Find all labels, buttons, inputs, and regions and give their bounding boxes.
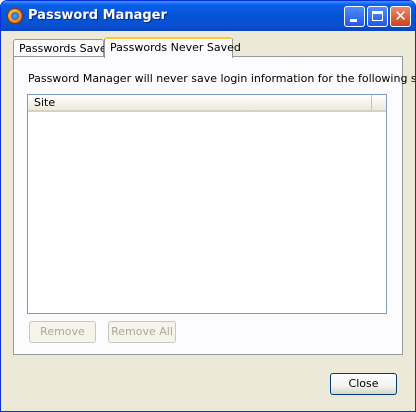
minimize-button[interactable] [344,6,365,27]
tab-passwords-never-saved[interactable]: Passwords Never Saved [104,37,241,58]
minimize-icon [350,19,357,22]
password-manager-window: Password Manager ✕ Passwords Saved Passw… [0,0,416,412]
tab-label: Passwords Never Saved [110,41,241,54]
remove-all-button[interactable]: Remove All [108,321,176,343]
window-title: Password Manager [28,8,167,23]
column-header-site[interactable]: Site [28,95,372,110]
tab-label: Passwords Saved [19,42,114,55]
remove-button[interactable]: Remove [29,321,96,343]
tab-panel: Password Manager will never save login i… [13,56,415,355]
list-header: Site [28,95,386,112]
sites-list[interactable]: Site [27,94,387,314]
close-button[interactable]: Close [330,373,397,395]
maximize-button[interactable] [367,6,388,27]
close-icon: ✕ [394,7,407,25]
close-window-button[interactable]: ✕ [390,6,411,27]
maximize-icon [372,11,383,21]
title-bar[interactable]: Password Manager ✕ [1,1,415,31]
tab-passwords-saved[interactable]: Passwords Saved [13,39,114,57]
description-text: Password Manager will never save login i… [28,72,416,85]
firefox-icon [7,8,23,24]
